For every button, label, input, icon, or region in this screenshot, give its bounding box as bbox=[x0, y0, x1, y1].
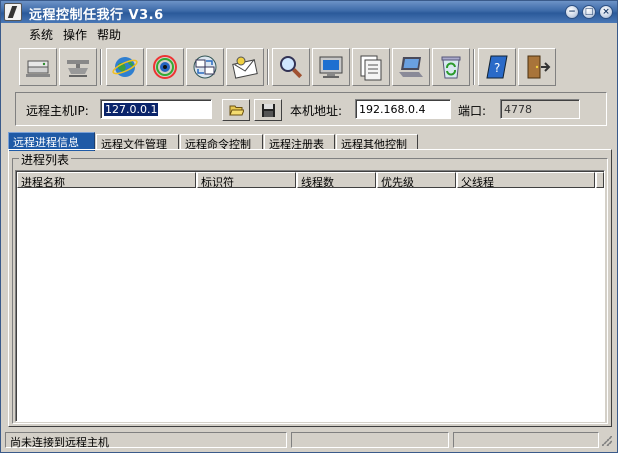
toolbar: ? bbox=[15, 45, 607, 91]
menu-help[interactable]: 帮助 bbox=[97, 26, 121, 43]
column-header-parent[interactable]: 父线程 bbox=[457, 172, 595, 188]
column-header-priority[interactable]: 优先级 bbox=[377, 172, 456, 188]
globe-icon bbox=[112, 57, 138, 77]
network-icon bbox=[67, 60, 89, 77]
laptop-button[interactable] bbox=[392, 48, 430, 86]
exit-door-icon bbox=[527, 55, 551, 79]
menu-operation[interactable]: 操作 bbox=[63, 26, 87, 43]
process-list-title: 进程列表 bbox=[19, 151, 72, 168]
local-address-input[interactable]: 192.168.0.4 bbox=[355, 99, 451, 119]
process-list[interactable]: 进程名称 标识符 线程数 优先级 父线程 bbox=[15, 170, 605, 422]
recycle-button[interactable] bbox=[432, 48, 470, 86]
monitor-button[interactable] bbox=[312, 48, 350, 86]
app-feather-icon[interactable] bbox=[4, 3, 22, 21]
network-button[interactable] bbox=[59, 48, 97, 86]
process-list-group: 进程列表 进程名称 标识符 线程数 优先级 父线程 bbox=[12, 151, 608, 424]
window-title: 远程控制任我行 V3.6 bbox=[29, 8, 164, 23]
help-button[interactable]: ? bbox=[478, 48, 516, 86]
title-bar[interactable]: 远程控制任我行 V3.6 − □ × bbox=[1, 1, 617, 23]
status-text: 尚未连接到远程主机 bbox=[5, 432, 287, 449]
remote-ip-input[interactable]: 127.0.0.1 bbox=[100, 99, 212, 119]
screen-watch-button[interactable] bbox=[146, 48, 184, 86]
toolbar-separator bbox=[100, 49, 102, 85]
mail-icon bbox=[232, 56, 258, 79]
close-button[interactable]: × bbox=[599, 5, 613, 19]
toolbar-separator bbox=[473, 49, 475, 85]
transfer-button[interactable] bbox=[186, 48, 224, 86]
column-header-pid[interactable]: 标识符 bbox=[197, 172, 296, 188]
status-pane-2 bbox=[291, 432, 449, 448]
toolbar-separator bbox=[267, 49, 269, 85]
column-header-threads[interactable]: 线程数 bbox=[297, 172, 376, 188]
server-icon bbox=[26, 60, 50, 77]
magnifier-icon bbox=[280, 56, 303, 79]
eye-icon bbox=[153, 55, 177, 79]
svg-text:?: ? bbox=[494, 61, 500, 75]
open-button[interactable] bbox=[222, 99, 250, 121]
tab-remote-files[interactable]: 远程文件管理 bbox=[96, 134, 179, 151]
search-button[interactable] bbox=[272, 48, 310, 86]
transfer-icon bbox=[193, 55, 217, 79]
exit-button[interactable] bbox=[518, 48, 556, 86]
server-button[interactable] bbox=[19, 48, 57, 86]
tab-remote-registry[interactable]: 远程注册表 bbox=[264, 134, 335, 151]
status-bar: 尚未连接到远程主机 bbox=[1, 429, 617, 452]
menu-system[interactable]: 系统 bbox=[29, 26, 53, 43]
folder-open-icon bbox=[229, 105, 244, 116]
recycle-icon bbox=[441, 56, 461, 79]
print-button[interactable] bbox=[352, 48, 390, 86]
port-input[interactable]: 4778 bbox=[500, 99, 580, 119]
internet-button[interactable] bbox=[106, 48, 144, 86]
floppy-disk-icon bbox=[262, 104, 275, 117]
remote-ip-value: 127.0.0.1 bbox=[104, 103, 159, 116]
connection-bar: 远程主机IP: 127.0.0.1 本机地址: 192.168.0.4 端口: … bbox=[15, 92, 607, 126]
maximize-button[interactable]: □ bbox=[582, 5, 596, 19]
printer-icon bbox=[360, 55, 382, 81]
help-book-icon: ? bbox=[486, 55, 508, 79]
local-address-label: 本机地址: bbox=[290, 104, 343, 118]
monitor-icon bbox=[319, 56, 343, 78]
column-header-process-name[interactable]: 进程名称 bbox=[17, 172, 196, 188]
minimize-button[interactable]: − bbox=[565, 5, 579, 19]
save-button[interactable] bbox=[254, 99, 282, 121]
menu-bar: 系统 操作 帮助 bbox=[1, 23, 617, 43]
status-pane-3 bbox=[453, 432, 599, 448]
port-label: 端口: bbox=[458, 104, 487, 118]
message-button[interactable] bbox=[226, 48, 264, 86]
main-window: 远程控制任我行 V3.6 − □ × 系统 操作 帮助 ? 远程主机IP: 12… bbox=[0, 0, 618, 453]
resize-grip-icon[interactable] bbox=[602, 436, 612, 446]
column-header-filler bbox=[596, 172, 604, 188]
tab-remote-other[interactable]: 远程其他控制 bbox=[336, 134, 418, 151]
tab-panel: 进程列表 进程名称 标识符 线程数 优先级 父线程 bbox=[8, 149, 612, 427]
remote-ip-label: 远程主机IP: bbox=[26, 104, 89, 118]
laptop-icon bbox=[399, 57, 423, 77]
tab-remote-command[interactable]: 远程命令控制 bbox=[180, 134, 263, 151]
